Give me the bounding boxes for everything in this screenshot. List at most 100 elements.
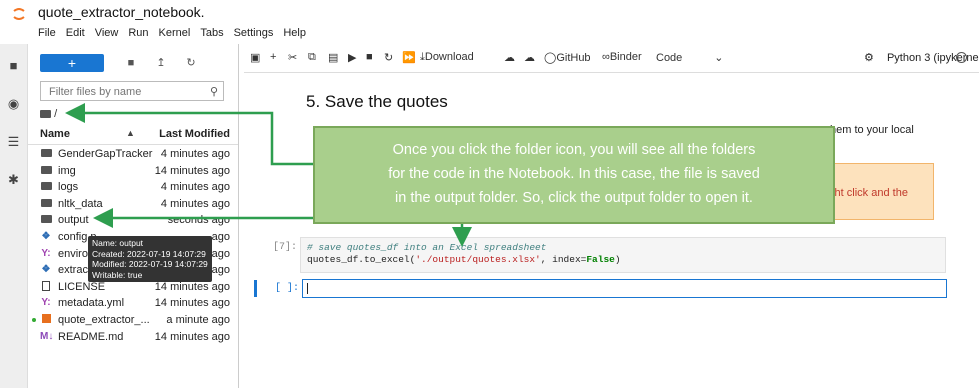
menu-help[interactable]: Help [283,27,306,39]
cell-type-select[interactable]: Code ⌄ [656,51,724,64]
file-row-nltk-data[interactable]: nltk_data 4 minutes ago [28,196,238,213]
restart-icon[interactable]: ↻ [384,51,393,64]
cell-prompt: [ ]: [275,283,300,294]
code-string: './output/quotes.xlsx' [415,254,541,265]
file-browser: + ■ ↥ ↻ ⚲ / Name ▲ Last Modified GenderG… [28,44,239,388]
tooltip-line: Writable: true [92,269,143,280]
notebook-title: quote_extractor_notebook. [38,4,205,20]
menu-settings[interactable]: Settings [234,27,274,39]
refresh-icon[interactable]: ↻ [184,56,198,70]
insert-cell-icon[interactable]: + [270,51,276,63]
binder-icon: ∞ [602,51,610,63]
top-bar: quote_extractor_notebook. File Edit View… [0,0,979,44]
cut-icon[interactable]: ✂ [288,51,297,64]
file-tooltip: Name: output Created: 2022-07-19 14:07:2… [88,236,212,282]
tooltip-line: Name: output [92,238,144,248]
instruction-callout: Once you click the folder icon, you will… [313,126,835,224]
cloud-icon[interactable]: ☁ [504,51,515,64]
new-folder-icon[interactable]: ■ [124,56,138,70]
column-name[interactable]: Name [40,128,70,140]
filter-box: ⚲ [40,81,224,101]
extension-icon[interactable]: ✱ [6,172,21,187]
folder-icon [40,212,52,229]
file-row-notebook[interactable]: quote_extractor_... a minute ago [28,312,238,329]
tooltip-line: Created: 2022-07-19 14:07:29 [92,248,206,259]
save-icon[interactable]: ▣ [250,51,260,64]
folder-icon [40,196,52,213]
binder-label: Binder [609,51,642,63]
menu-tabs[interactable]: Tabs [200,27,223,39]
python-file-icon: ❖ [41,264,51,276]
file-row-readme[interactable]: M↓ README.md 14 minutes ago [28,329,238,346]
github-button[interactable]: ◯GitHub [544,51,591,64]
file-row-img[interactable]: img 14 minutes ago [28,163,238,180]
stop-icon[interactable]: ■ [366,51,373,63]
folder-icon [40,163,52,180]
running-indicator-icon [32,317,36,322]
menu-bar: File Edit View Run Kernel Tabs Settings … [38,27,306,39]
yaml-file-icon: Y: [41,247,51,259]
column-last-modified[interactable]: Last Modified [159,128,230,140]
folder-icon [40,146,52,163]
cell-prompt: [7]: [273,242,298,253]
menu-file[interactable]: File [38,27,56,39]
binder-button[interactable]: ∞Binder [602,51,642,63]
code-text: , index= [540,254,587,265]
markdown-file-icon: M↓ [40,330,54,342]
chevron-down-icon: ⌄ [714,52,724,64]
menu-kernel[interactable]: Kernel [159,27,191,39]
menu-view[interactable]: View [95,27,119,39]
paragraph-text: hem to your local [830,124,914,136]
code-text: ) [614,254,621,265]
code-comment: # save quotes_df into an Excel spreadshe… [307,242,547,253]
callout-line: Once you click the folder icon, you will… [392,142,756,158]
file-row-output[interactable]: output seconds ago [28,212,238,229]
code-keyword: False [586,254,615,265]
sidebar-strip: ■ ◉ ☰ ✱ [0,44,28,388]
menu-edit[interactable]: Edit [66,27,85,39]
gear-icon: ⚙ [864,52,874,64]
empty-code-cell[interactable] [302,279,947,298]
filter-input[interactable] [47,85,201,99]
code-cell[interactable]: # save quotes_df into an Excel spreadshe… [300,237,946,273]
download-button[interactable]: ⤓Download [420,51,474,64]
toc-icon[interactable]: ☰ [6,134,21,149]
folder-icon [40,110,51,118]
search-icon: ⚲ [209,86,218,98]
new-launcher-button[interactable]: + [40,54,104,72]
breadcrumb-path: / [54,108,58,120]
notebook-file-icon [40,312,52,329]
paste-icon[interactable]: ▤ [328,51,338,64]
file-row-logs[interactable]: logs 4 minutes ago [28,179,238,196]
warning-text: ight click and the [826,187,908,199]
sort-ascending-icon: ▲ [126,128,135,138]
callout-line: for the code in the Notebook. In this ca… [388,166,760,182]
file-row-gendergaptracker[interactable]: GenderGapTracker 4 minutes ago [28,146,238,163]
section-heading: 5. Save the quotes [306,92,448,111]
copy-icon[interactable]: ⧉ [308,51,316,64]
code-text: quotes_df.to_excel( [307,254,416,265]
license-file-icon [40,279,52,296]
yaml-file-icon: Y: [41,297,51,309]
text-caret [307,283,308,294]
tooltip-line: Modified: 2022-07-19 14:07:29 [92,259,208,269]
github-icon: ◯ [544,52,557,64]
cloud-upload-icon[interactable]: ☁ [524,51,535,64]
notebook-toolbar: ▣ + ✂ ⧉ ▤ ▶ ■ ↻ ⏩ ⤓Download ☁ ☁ ◯GitHub … [244,44,979,73]
fast-forward-icon[interactable]: ⏩ [402,51,416,64]
running-icon[interactable]: ◉ [6,96,21,111]
jupyter-logo-icon [13,8,25,20]
cell-type-value: Code [656,52,683,64]
python-file-icon: ❖ [41,230,51,242]
file-list-header: Name ▲ Last Modified [28,126,238,145]
menu-run[interactable]: Run [128,27,148,39]
folder-icon[interactable]: ■ [6,58,21,73]
upload-icon[interactable]: ↥ [154,56,168,70]
callout-line: in the output folder. So, click the outp… [395,190,753,206]
download-label: Download [424,51,474,63]
breadcrumb[interactable]: / [40,108,57,120]
file-row-metadata[interactable]: Y: metadata.yml 14 minutes ago [28,295,238,312]
kernel-idle-icon [956,52,967,63]
run-icon[interactable]: ▶ [348,51,356,64]
active-cell-bar [254,280,257,297]
